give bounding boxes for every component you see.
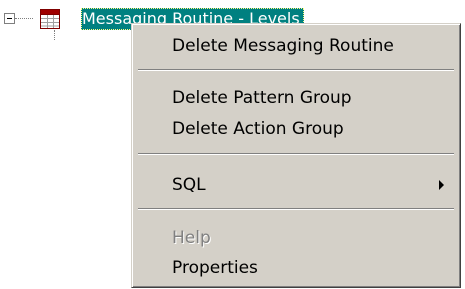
menu-item-delete-messaging-routine[interactable]: Delete Messaging Routine [135, 31, 457, 61]
table-icon [40, 9, 60, 29]
menu-item-properties[interactable]: Properties [135, 253, 457, 283]
menu-separator [138, 69, 454, 71]
collapse-toggle[interactable] [4, 13, 15, 24]
menu-item-sql[interactable]: SQL [135, 170, 457, 200]
context-menu: Delete Messaging Routine Delete Pattern … [131, 23, 461, 288]
menu-separator [138, 153, 454, 155]
menu-item-delete-pattern-group[interactable]: Delete Pattern Group [135, 83, 457, 113]
menu-item-delete-action-group[interactable]: Delete Action Group [135, 114, 457, 144]
tree-connector-line [54, 30, 55, 40]
submenu-arrow-icon [439, 180, 444, 190]
tree-connector-line [15, 18, 33, 19]
menu-separator [138, 208, 454, 210]
menu-item-help[interactable]: Help [135, 223, 457, 253]
menu-item-sql-label: SQL [172, 175, 206, 195]
